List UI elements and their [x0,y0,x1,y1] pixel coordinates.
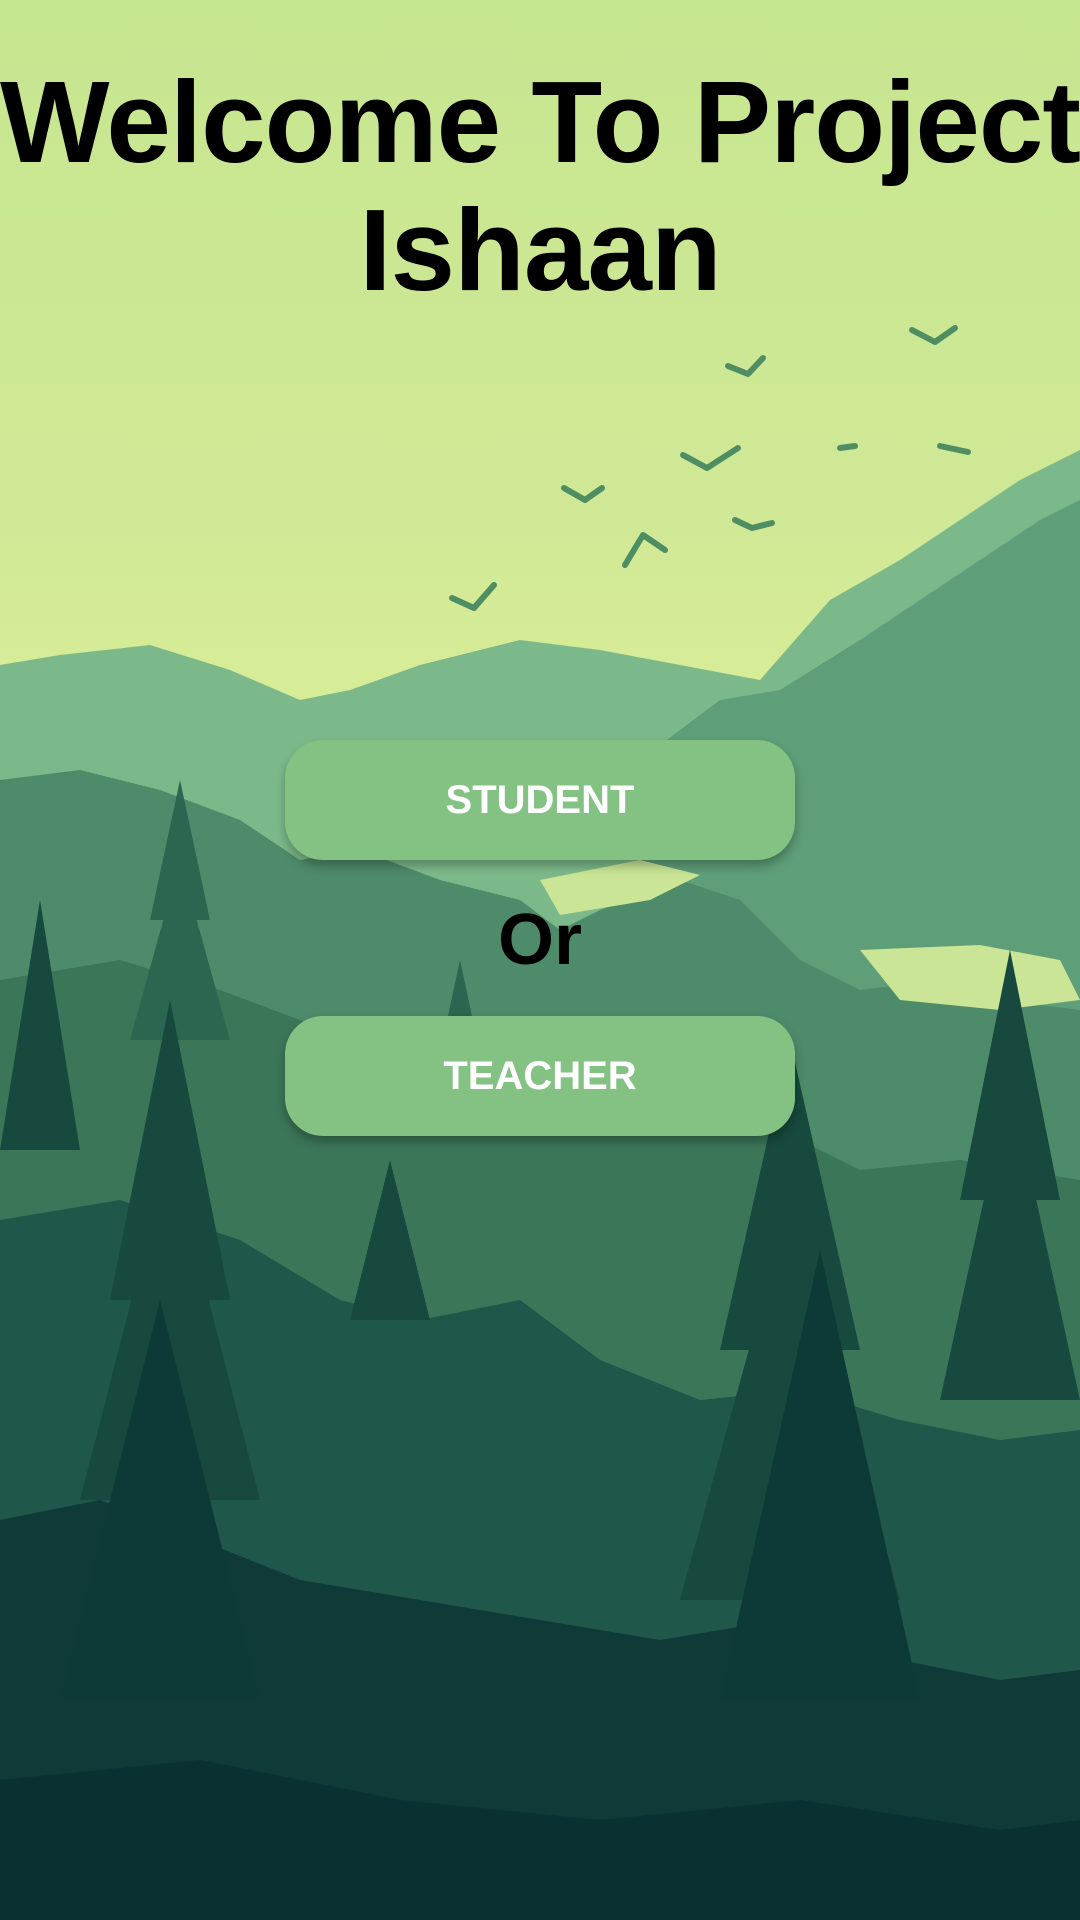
teacher-button[interactable]: TEACHER [285,1016,795,1136]
title-line-1: Welcome To Project [0,57,1080,187]
title-line-2: Ishaan [359,185,721,315]
welcome-screen: Welcome To Project Ishaan STUDENT Or TEA… [0,0,1080,1920]
page-title: Welcome To Project Ishaan [0,58,1080,314]
student-button[interactable]: STUDENT [285,740,795,860]
or-separator-text: Or [497,900,583,980]
